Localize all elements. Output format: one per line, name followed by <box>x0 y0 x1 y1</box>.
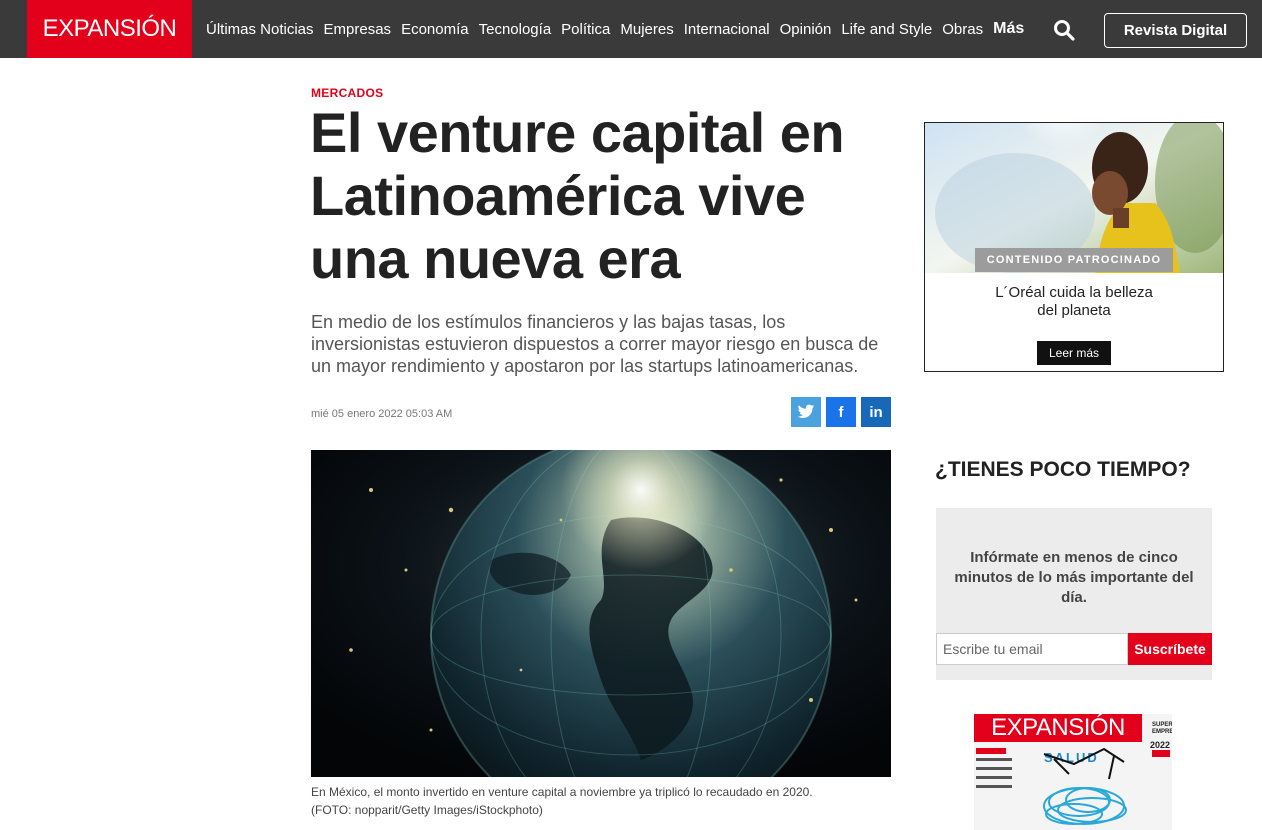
newsletter-box: Infórmate en menos de cinco minutos de l… <box>936 508 1212 680</box>
logo-text: EXPANSIÓN <box>42 15 177 42</box>
article-date: mié 05 enero 2022 05:03 AM <box>311 408 453 420</box>
nav-item-ultimas-noticias[interactable]: Últimas Noticias <box>206 21 314 38</box>
sponsored-badge: CONTENIDO PATROCINADO <box>975 248 1173 272</box>
newsletter-description: Infórmate en menos de cinco minutos de l… <box>954 549 1194 606</box>
twitter-share-button[interactable] <box>791 397 821 427</box>
nav-menu: Últimas Noticias Empresas Economía Tecno… <box>206 0 1034 58</box>
ad-title-line: del planeta <box>1037 302 1111 319</box>
ad-title: L´Oréal cuida la belleza del planeta <box>925 284 1223 320</box>
magazine-cover[interactable]: EXPANSIÓN SUPER EMPRESAS 2022 SALUD <box>974 714 1172 830</box>
ad-title-line: L´Oréal cuida la belleza <box>995 284 1153 301</box>
linkedin-icon: in <box>869 403 883 421</box>
nav-item-mas[interactable]: Más <box>993 20 1024 38</box>
nav-item-opinion[interactable]: Opinión <box>780 21 832 38</box>
linkedin-share-button[interactable]: in <box>861 397 891 427</box>
image-caption: En México, el monto invertido en venture… <box>311 783 891 819</box>
subscribe-button[interactable]: Suscríbete <box>1128 633 1212 665</box>
nav-item-economia[interactable]: Economía <box>401 21 469 38</box>
nav-item-politica[interactable]: Política <box>561 21 610 38</box>
article-summary: En medio de los estímulos financieros y … <box>311 312 879 376</box>
expansion-logo[interactable]: EXPANSIÓN <box>27 0 192 58</box>
magazine-logo: EXPANSIÓN <box>974 714 1142 742</box>
article-headline: El venture capital en Latinoamérica vive… <box>310 101 845 290</box>
email-input[interactable] <box>936 633 1128 665</box>
nav-item-mujeres[interactable]: Mujeres <box>620 21 673 38</box>
section-label[interactable]: MERCADOS <box>311 86 383 100</box>
twitter-icon <box>797 404 815 418</box>
nav-item-obras[interactable]: Obras <box>942 21 983 38</box>
revista-digital-button[interactable]: Revista Digital <box>1104 13 1247 48</box>
magazine-top-tag <box>1152 750 1170 757</box>
hero-image-globe <box>311 450 891 777</box>
facebook-icon: f <box>838 403 844 421</box>
magazine-side-label: SUPER EMPRESAS <box>1152 722 1172 735</box>
top-navigation: EXPANSIÓN Últimas Noticias Empresas Econ… <box>0 0 1262 58</box>
caption-credit: (FOTO: nopparit/Getty Images/iStockphoto… <box>311 803 543 817</box>
nav-item-empresas[interactable]: Empresas <box>324 21 392 38</box>
search-icon[interactable] <box>1052 18 1076 42</box>
ad-read-more-button[interactable]: Leer más <box>1037 341 1111 365</box>
facebook-share-button[interactable]: f <box>826 397 856 427</box>
nav-item-internacional[interactable]: Internacional <box>684 21 770 38</box>
nav-item-life-and-style[interactable]: Life and Style <box>841 21 932 38</box>
newsletter-heading: ¿TIENES POCO TIEMPO? <box>935 458 1191 481</box>
caption-text: En México, el monto invertido en venture… <box>311 785 813 799</box>
nav-item-tecnologia[interactable]: Tecnología <box>479 21 552 38</box>
sponsored-ad[interactable]: CONTENIDO PATROCINADO L´Oréal cuida la b… <box>924 122 1224 372</box>
magazine-illustration <box>1043 747 1127 825</box>
